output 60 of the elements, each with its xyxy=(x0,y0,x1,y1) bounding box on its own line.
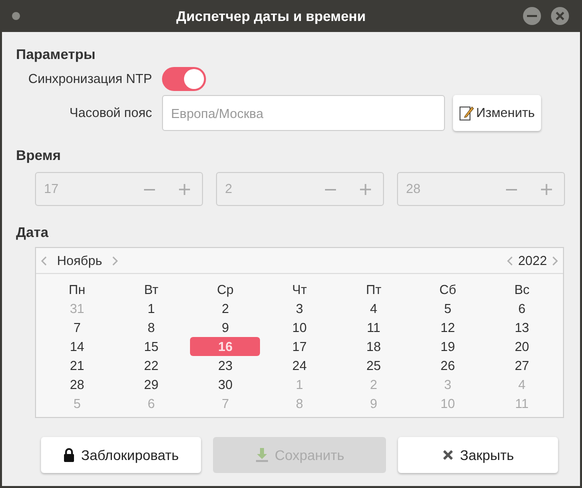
calendar-day[interactable]: 14 xyxy=(42,337,112,356)
timezone-field[interactable]: Европа/Москва xyxy=(162,95,445,131)
calendar-day[interactable]: 23 xyxy=(190,356,260,375)
weekday-label: Сб xyxy=(438,281,458,299)
calendar-day[interactable]: 27 xyxy=(486,356,557,375)
calendar-day[interactable]: 20 xyxy=(486,337,557,356)
section-heading: Дата xyxy=(16,223,50,242)
calendar-day[interactable]: 12 xyxy=(412,318,483,337)
calendar-day[interactable]: 18 xyxy=(338,337,409,356)
next-year-icon[interactable] xyxy=(551,256,559,266)
lock-button[interactable]: Заблокировать xyxy=(41,437,201,473)
field-label: Синхронизация NTP xyxy=(27,70,153,88)
calendar-day[interactable]: 26 xyxy=(412,356,483,375)
weekday-label: Пт xyxy=(364,281,382,299)
calendar-day[interactable]: 29 xyxy=(116,375,186,394)
calendar-day[interactable]: 13 xyxy=(486,318,557,337)
weekday-label: Чт xyxy=(291,281,308,299)
calendar-day[interactable]: 17 xyxy=(264,337,335,356)
download-icon xyxy=(254,447,269,463)
section-heading: Параметры xyxy=(16,45,97,64)
close-icon xyxy=(442,449,454,461)
toggle-switch[interactable] xyxy=(162,67,206,91)
weekday-label: Вт xyxy=(143,281,160,299)
weekday-label: Пн xyxy=(68,281,86,299)
calendar-day[interactable]: 9 xyxy=(190,318,260,337)
calendar-day[interactable]: 30 xyxy=(190,375,260,394)
calendar-day[interactable]: 21 xyxy=(42,356,112,375)
weekday-label: Вс xyxy=(513,281,530,299)
close-icon[interactable] xyxy=(550,6,570,26)
calendar-day[interactable]: 5 xyxy=(412,299,483,318)
next-month-icon[interactable] xyxy=(111,256,120,266)
calendar-day[interactable]: 19 xyxy=(412,337,483,356)
change-button[interactable]: Изменить xyxy=(453,95,541,131)
field-label: Часовой пояс xyxy=(68,104,153,122)
window-menu-icon[interactable] xyxy=(12,12,20,20)
calendar-day[interactable]: 4 xyxy=(338,299,409,318)
calendar-day[interactable]: 6 xyxy=(486,299,557,318)
calendar-day[interactable]: 7 xyxy=(42,318,112,337)
lock-icon xyxy=(63,448,76,462)
calendar-day[interactable]: 3 xyxy=(264,299,335,318)
previous-month-icon[interactable] xyxy=(40,256,48,266)
month-label: Ноябрь xyxy=(56,252,104,270)
weekday-label: Ср xyxy=(216,281,235,299)
close-button[interactable]: Закрыть xyxy=(398,437,558,473)
calendar-day[interactable]: 15 xyxy=(116,337,186,356)
edit-icon xyxy=(459,105,474,121)
window-title: Диспетчер даты и времени xyxy=(175,6,367,26)
calendar-day[interactable]: 11 xyxy=(338,318,409,337)
minimize-icon[interactable] xyxy=(522,6,542,26)
calendar-day[interactable]: 28 xyxy=(42,375,112,394)
calendar-day[interactable]: 24 xyxy=(264,356,335,375)
section-heading: Время xyxy=(16,146,62,165)
calendar-day[interactable]: 2 xyxy=(190,299,260,318)
calendar-day[interactable]: 10 xyxy=(264,318,335,337)
calendar-day[interactable]: 25 xyxy=(338,356,409,375)
calendar-day[interactable]: 8 xyxy=(116,318,186,337)
calendar-day[interactable]: 1 xyxy=(116,299,186,318)
year-label: 2022 xyxy=(517,252,548,270)
calendar-day[interactable]: 22 xyxy=(116,356,186,375)
previous-year-icon[interactable] xyxy=(506,256,514,266)
